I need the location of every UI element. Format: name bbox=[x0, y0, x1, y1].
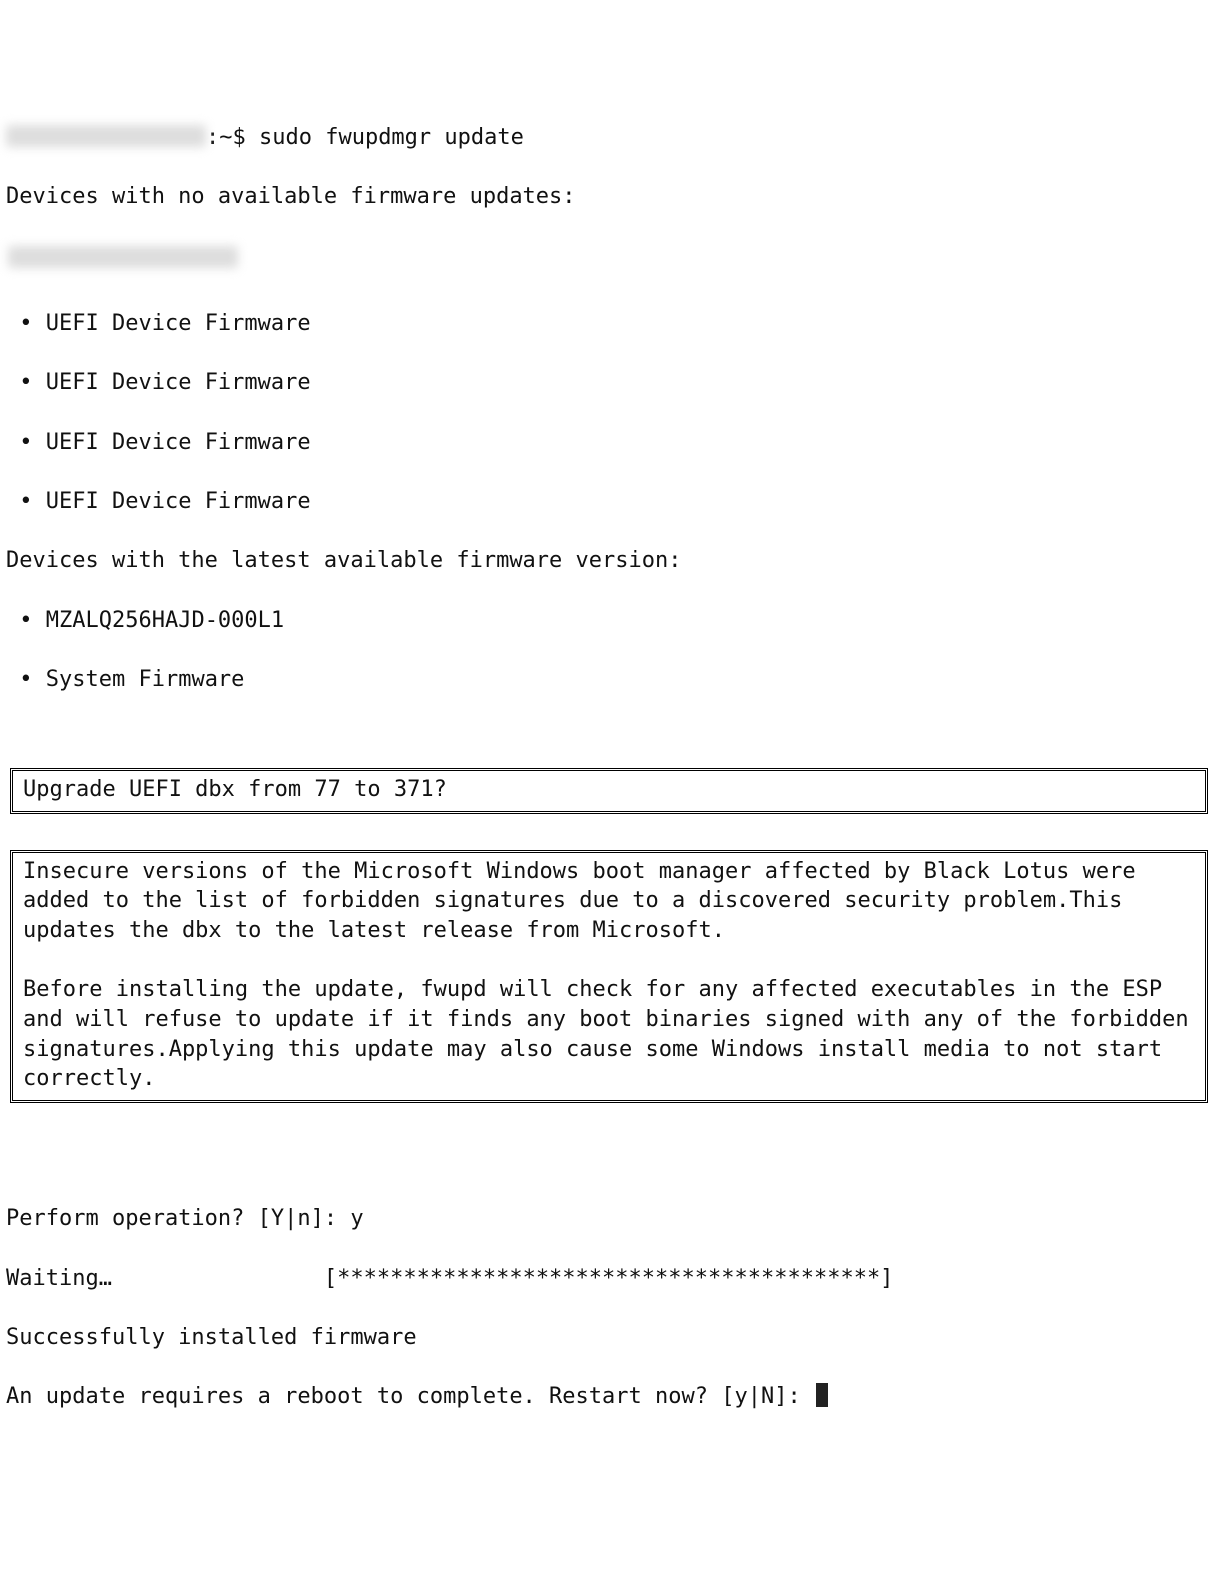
list-item: • UEFI Device Firmware bbox=[6, 309, 1212, 339]
progress-bar: [***************************************… bbox=[324, 1266, 894, 1291]
latest-header: Devices with the latest available firmwa… bbox=[6, 546, 1212, 576]
perform-prompt: Perform operation? [Y|n]: bbox=[6, 1206, 350, 1231]
perform-answer[interactable]: y bbox=[350, 1206, 363, 1231]
dialog-title-box: Upgrade UEFI dbx from 77 to 371? bbox=[10, 768, 1208, 814]
device-name: System Firmware bbox=[46, 667, 245, 692]
perform-line: Perform operation? [Y|n]: y bbox=[6, 1204, 1212, 1234]
dialog-body-p1: Insecure versions of the Microsoft Windo… bbox=[23, 859, 1149, 943]
device-name: UEFI Device Firmware bbox=[46, 489, 311, 514]
device-name: UEFI Device Firmware bbox=[46, 370, 311, 395]
hostname-redacted bbox=[6, 125, 206, 147]
device-name: MZALQ256HAJD-000L1 bbox=[46, 608, 284, 633]
command-text: sudo fwupdmgr update bbox=[259, 125, 524, 150]
list-item: • UEFI Device Firmware bbox=[6, 487, 1212, 517]
prompt-line: :~$ sudo fwupdmgr update bbox=[6, 123, 1212, 153]
success-line: Successfully installed firmware bbox=[6, 1323, 1212, 1353]
waiting-label: Waiting… bbox=[6, 1266, 112, 1291]
device-name: UEFI Device Firmware bbox=[46, 311, 311, 336]
no-updates-header: Devices with no available firmware updat… bbox=[6, 182, 1212, 212]
device-name: UEFI Device Firmware bbox=[46, 430, 311, 455]
dialog-title: Upgrade UEFI dbx from 77 to 371? bbox=[23, 777, 447, 802]
list-item: • System Firmware bbox=[6, 665, 1212, 695]
dialog-body-box: Insecure versions of the Microsoft Windo… bbox=[10, 850, 1208, 1104]
list-item: • UEFI Device Firmware bbox=[6, 368, 1212, 398]
list-item: • UEFI Device Firmware bbox=[6, 428, 1212, 458]
waiting-line: Waiting… [******************************… bbox=[6, 1264, 1212, 1294]
reboot-line: An update requires a reboot to complete.… bbox=[6, 1382, 1212, 1412]
dialog-body-p2: Before installing the update, fwupd will… bbox=[23, 977, 1202, 1091]
cursor-block[interactable] bbox=[816, 1383, 828, 1407]
prompt-separator: :~$ bbox=[206, 125, 259, 150]
list-item: • MZALQ256HAJD-000L1 bbox=[6, 606, 1212, 636]
reboot-prompt: An update requires a reboot to complete.… bbox=[6, 1384, 814, 1409]
device-redacted bbox=[8, 246, 238, 268]
